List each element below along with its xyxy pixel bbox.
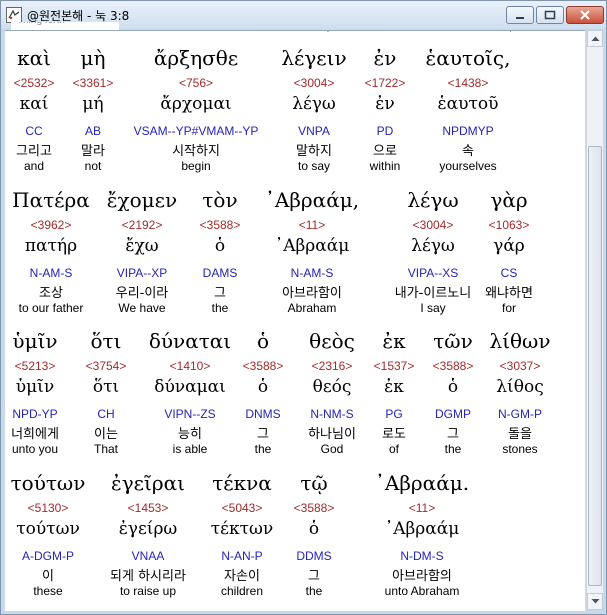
vertical-scrollbar[interactable] — [586, 30, 603, 610]
english-gloss: yourselves — [439, 159, 497, 173]
english-gloss: for — [501, 301, 516, 315]
korean-gloss: 왜냐하면 — [485, 286, 533, 301]
scroll-down-icon — [591, 599, 600, 604]
scroll-up-icon — [591, 36, 600, 41]
greek-word: ᾿Αβραάμ. — [374, 471, 470, 495]
strong-number: <1063> — [488, 218, 530, 232]
parsing-code: CS — [500, 266, 518, 280]
maximize-button[interactable] — [536, 6, 564, 24]
english-gloss: stones — [502, 442, 538, 456]
english-gloss: unto Abraham — [384, 584, 460, 598]
strong-number: <11> — [408, 501, 436, 515]
close-icon — [580, 10, 590, 20]
app-icon — [6, 7, 22, 23]
scrolled-text: Thing forth — [17, 22, 65, 26]
close-button[interactable] — [566, 6, 604, 24]
scroll-up-button[interactable] — [587, 30, 603, 47]
cut-off-gloss: the — [351, 31, 471, 33]
app-window: @원전본해 - 눅 3:8 Thing forth thereforefruit… — [0, 0, 607, 615]
cut-off-gloss: of repentance — [460, 31, 580, 33]
strong-number: <3037> — [499, 359, 541, 373]
title-bar[interactable]: @원전본해 - 눅 3:8 Thing forth — [1, 1, 606, 30]
strong-number: <1438> — [447, 76, 489, 90]
scrollbar-thumb[interactable] — [588, 146, 602, 586]
korean-gloss: 돌을 — [508, 427, 532, 442]
korean-gloss: 아브라함의 — [392, 569, 452, 584]
lexical-form: ᾿Αβραάμ — [384, 519, 460, 539]
scrolled-text-strip: Thing forth — [11, 22, 119, 30]
verse-content-pane[interactable]: thereforefruitsworthytheof repentanceκαὶ… — [5, 30, 585, 611]
greek-word: ἑαυτοῖς, — [425, 46, 511, 70]
lexical-form: ἑαυτοῦ — [437, 94, 499, 114]
parsing-code: NPDMYP — [442, 124, 494, 138]
greek-word: λίθων — [489, 329, 551, 353]
maximize-icon — [544, 10, 556, 20]
korean-gloss: 속 — [462, 144, 474, 159]
greek-word: γὰρ — [490, 188, 528, 212]
lexical-form: γάρ — [493, 236, 525, 256]
minimize-icon — [516, 17, 524, 19]
lexical-form: λίθος — [496, 377, 544, 397]
parsing-code: N-GM-P — [498, 407, 542, 421]
parsing-code: N-DM-S — [400, 549, 444, 563]
scroll-down-button[interactable] — [587, 593, 603, 610]
minimize-button[interactable] — [506, 6, 534, 24]
